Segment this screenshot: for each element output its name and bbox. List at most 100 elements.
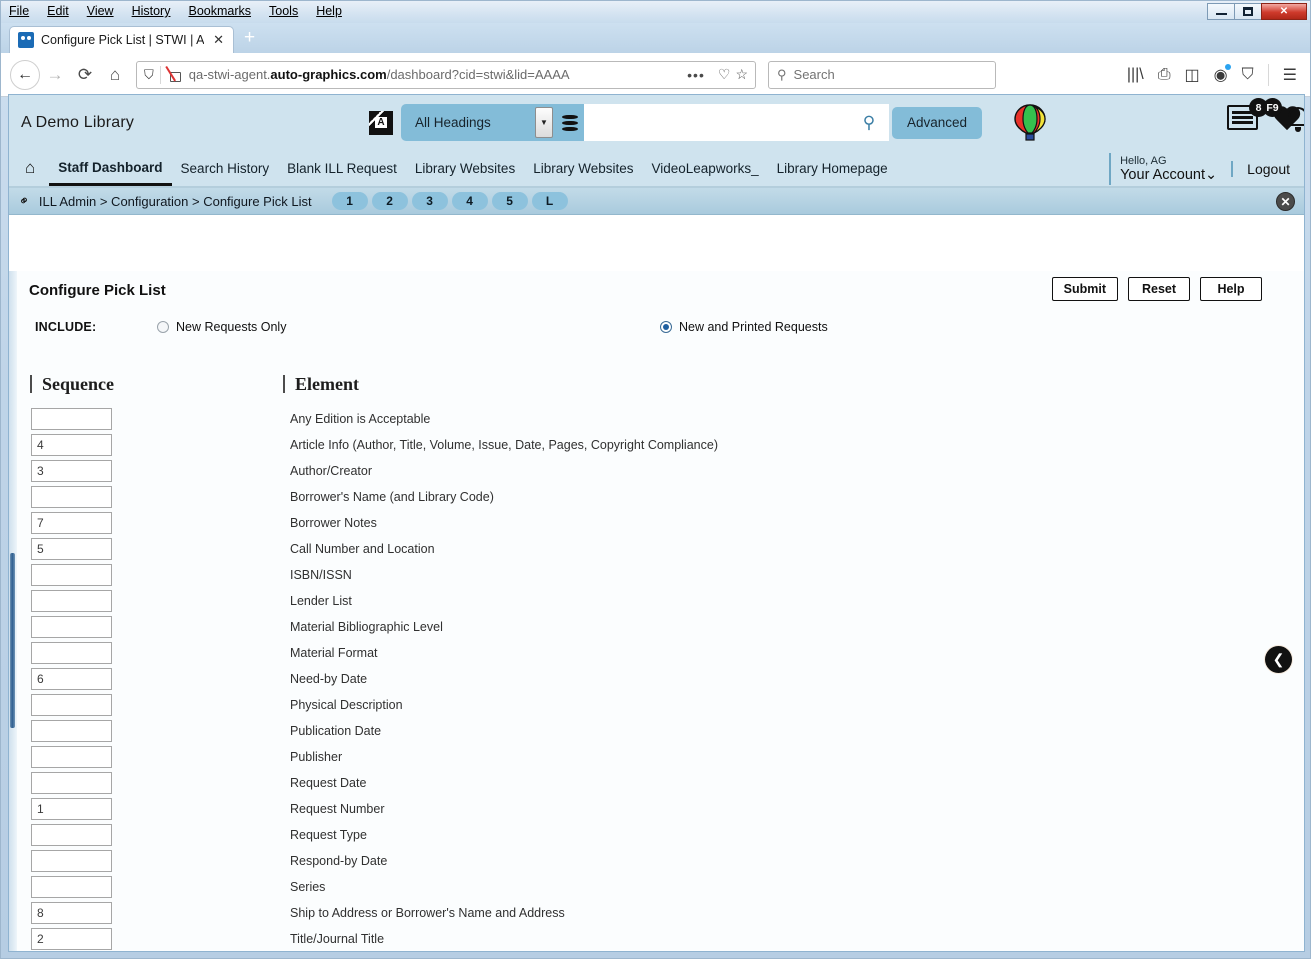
sequence-input[interactable] [31, 564, 112, 586]
sequence-input[interactable] [31, 616, 112, 638]
breadcrumb-bar: ⚭ ILL Admin > Configuration > Configure … [9, 188, 1304, 215]
url-text: qa-stwi-agent.auto-graphics.com/dashboar… [188, 67, 570, 82]
radio-new-requests-only[interactable]: New Requests Only [157, 320, 286, 334]
nav-item-library-websites-2[interactable]: Library Websites [524, 152, 642, 184]
search-submit-icon[interactable]: ⚲ [849, 104, 889, 141]
close-window-button[interactable]: ✕ [1261, 3, 1307, 20]
search-scope-select[interactable]: All Headings ▼ [401, 104, 556, 141]
step-pill-5[interactable]: 5 [491, 192, 528, 210]
insecure-lock-icon[interactable] [168, 67, 181, 82]
tracking-shield-icon[interactable]: ⛉ [1242, 66, 1254, 84]
page-actions-icon[interactable]: ••• [687, 67, 705, 83]
step-pill-4[interactable]: 4 [451, 192, 488, 210]
menu-history[interactable]: History [130, 3, 173, 19]
minimize-button[interactable] [1207, 3, 1235, 20]
sequence-input[interactable] [31, 642, 112, 664]
help-button[interactable]: Help [1200, 277, 1262, 301]
your-account-menu[interactable]: Hello, AG Your Account⌄ [1109, 153, 1217, 185]
favicon-icon [18, 32, 34, 48]
column-header-sequence: Sequence [30, 375, 114, 393]
menu-help[interactable]: Help [314, 3, 344, 19]
sequence-input[interactable]: 6 [31, 668, 112, 690]
print-icon[interactable]: ⎙ [1158, 66, 1171, 84]
sequence-input[interactable] [31, 746, 112, 768]
sequence-input[interactable]: 1 [31, 798, 112, 820]
sequence-input[interactable] [31, 408, 112, 430]
sequence-input[interactable]: 7 [31, 512, 112, 534]
browser-search-box[interactable]: ⚲ Search [768, 60, 996, 89]
sequence-input[interactable]: 3 [31, 460, 112, 482]
nav-item-staff-dashboard[interactable]: Staff Dashboard [49, 151, 172, 186]
sequence-input[interactable] [31, 850, 112, 872]
chevron-down-icon[interactable]: ▼ [535, 107, 553, 138]
sequence-input[interactable] [31, 590, 112, 612]
element-label: Any Edition is Acceptable [290, 412, 431, 426]
home-icon[interactable]: ⌂ [25, 158, 35, 178]
radio-new-and-printed-requests[interactable]: New and Printed Requests [660, 320, 828, 334]
shield-icon[interactable]: ⛉ [144, 67, 154, 83]
catalog-search-input[interactable] [584, 104, 849, 141]
step-pills: 1 2 3 4 5 L [331, 192, 568, 210]
sidebar-icon[interactable]: ◫ [1185, 65, 1200, 85]
sequence-input[interactable] [31, 486, 112, 508]
submit-button[interactable]: Submit [1051, 277, 1118, 301]
advanced-search-button[interactable]: Advanced [892, 106, 983, 139]
library-icon[interactable]: |||\ [1127, 66, 1144, 84]
home-button[interactable]: ⌂ [100, 60, 130, 90]
logout-link[interactable]: Logout [1231, 161, 1290, 177]
browser-tab-active[interactable]: Configure Pick List | STWI | AAA ✕ [9, 26, 234, 53]
element-label: Request Number [290, 802, 385, 816]
sequence-input[interactable]: 2 [31, 928, 112, 950]
address-bar[interactable]: ⛉ qa-stwi-agent.auto-graphics.com/dashbo… [136, 60, 756, 89]
pick-list-table: Sequence Element Any Edition is Acceptab… [9, 375, 1304, 951]
maximize-button[interactable] [1234, 3, 1262, 20]
tab-close-icon[interactable]: ✕ [213, 32, 224, 48]
menu-view[interactable]: View [85, 3, 116, 19]
element-label: Need-by Date [290, 672, 368, 686]
language-az-icon[interactable]: A [369, 110, 393, 135]
database-select-icon[interactable] [556, 104, 584, 141]
column-header-element: Element [283, 375, 359, 393]
hamburger-menu-icon[interactable]: ☰ [1283, 65, 1297, 85]
back-button[interactable]: ← [10, 59, 40, 90]
nav-item-library-homepage[interactable]: Library Homepage [768, 152, 897, 184]
menu-edit[interactable]: Edit [45, 3, 71, 19]
sequence-input[interactable] [31, 772, 112, 794]
new-tab-button[interactable]: + [234, 27, 265, 53]
menu-bookmarks[interactable]: Bookmarks [186, 3, 253, 19]
pocket-icon[interactable]: ♡ [718, 66, 731, 83]
sequence-input[interactable] [31, 824, 112, 846]
forward-button[interactable]: → [40, 60, 70, 90]
nav-item-library-websites-1[interactable]: Library Websites [406, 152, 524, 184]
include-label: INCLUDE: [35, 320, 97, 334]
reload-button[interactable]: ⟳ [70, 60, 100, 90]
sequence-input[interactable] [31, 720, 112, 742]
table-row: 5 Call Number and Location [9, 536, 1304, 562]
step-pill-1[interactable]: 1 [331, 192, 368, 210]
step-pill-2[interactable]: 2 [371, 192, 408, 210]
menu-file[interactable]: File [7, 3, 31, 19]
hot-air-balloon-icon[interactable] [1012, 103, 1048, 143]
close-panel-button[interactable]: ✕ [1276, 192, 1295, 211]
element-label: Lender List [290, 594, 352, 608]
include-filter-row: INCLUDE: New Requests Only New and Print… [9, 309, 1304, 345]
nav-item-blank-ill-request[interactable]: Blank ILL Request [278, 152, 406, 184]
favorites-badge: F9 [1263, 98, 1282, 117]
request-list-button[interactable]: 8 [1227, 98, 1268, 130]
sequence-input[interactable]: 8 [31, 902, 112, 924]
step-pill-l[interactable]: L [531, 192, 568, 210]
menu-tools[interactable]: Tools [267, 3, 300, 19]
sequence-input[interactable]: 5 [31, 538, 112, 560]
nav-item-videoleapworks[interactable]: VideoLeapworks_ [643, 152, 768, 184]
reset-button[interactable]: Reset [1128, 277, 1190, 301]
collapse-panel-arrow[interactable]: ❮ [1265, 646, 1292, 673]
bookmark-star-icon[interactable]: ☆ [735, 66, 748, 83]
step-pill-3[interactable]: 3 [411, 192, 448, 210]
database-icon [562, 114, 578, 131]
sequence-input[interactable] [31, 694, 112, 716]
sequence-input[interactable]: 4 [31, 434, 112, 456]
table-header: Sequence Element [9, 375, 1304, 405]
sequence-input[interactable] [31, 876, 112, 898]
nav-item-search-history[interactable]: Search History [172, 152, 279, 184]
account-icon[interactable]: ◉ [1214, 63, 1231, 85]
